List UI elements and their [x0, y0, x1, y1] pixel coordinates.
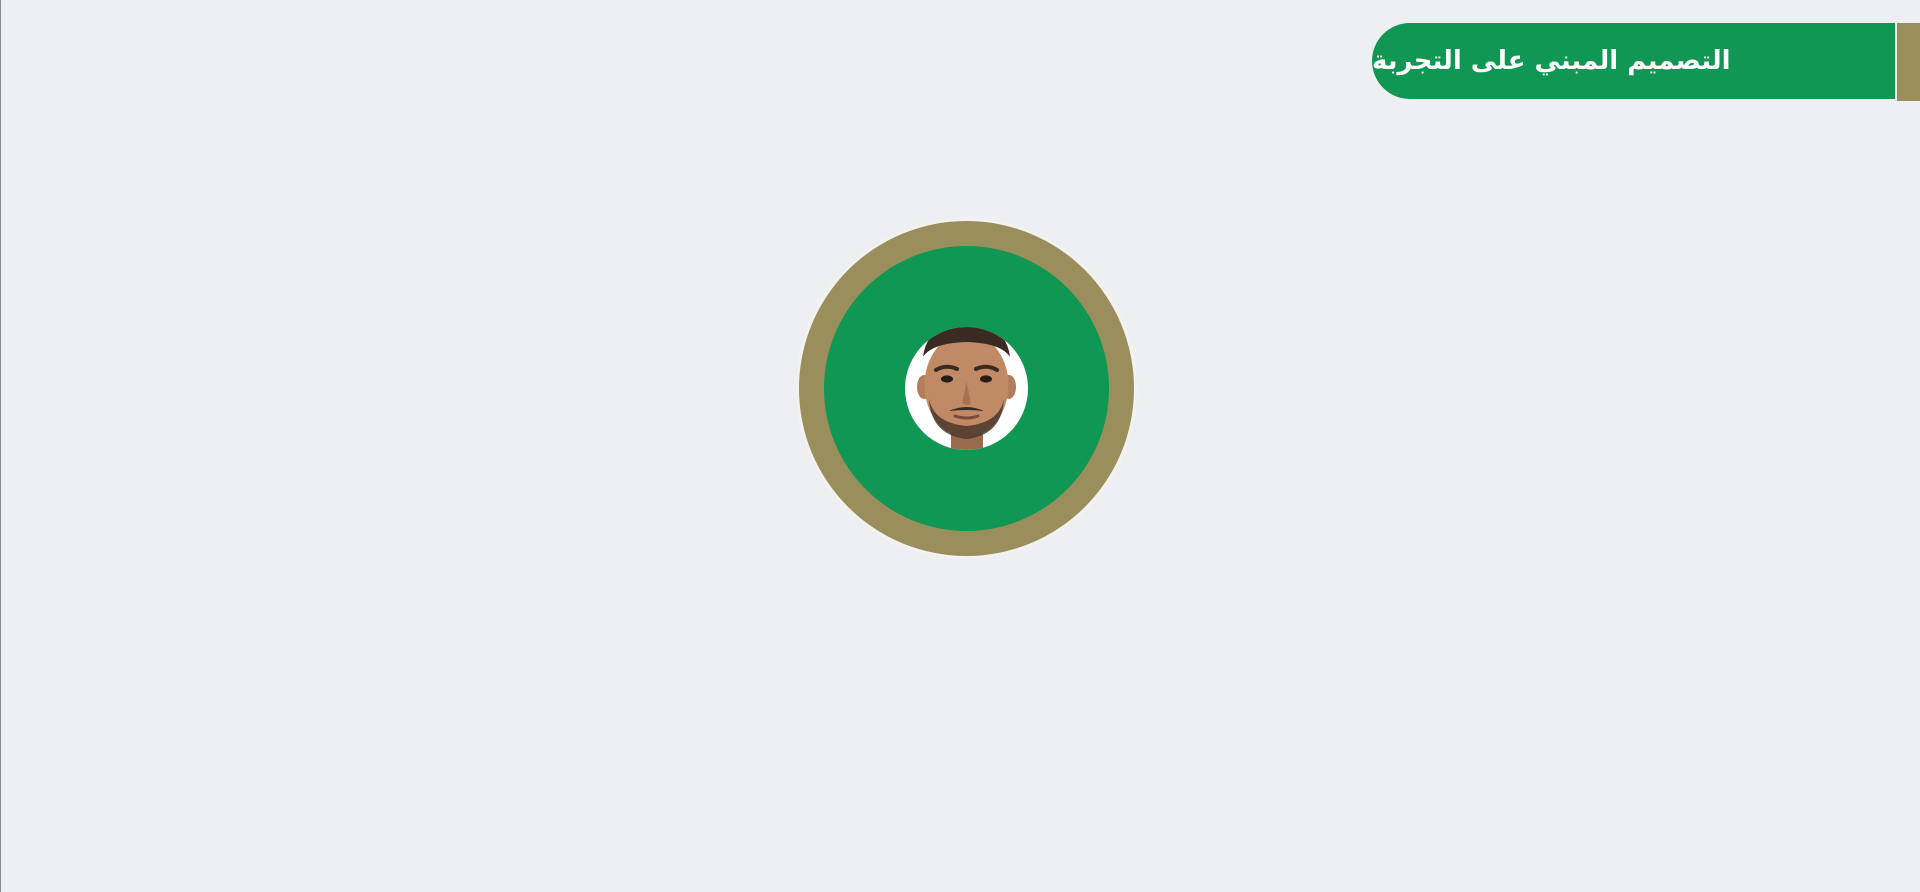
presenter-face-icon [917, 327, 1016, 450]
presenter-avatar-disc [824, 246, 1109, 531]
presenter-avatar-ring [799, 221, 1134, 556]
presenter-avatar [905, 327, 1028, 450]
window-left-edge [0, 0, 1, 892]
section-title-tab: التصميم المبني على التجربة [1372, 23, 1895, 99]
section-title: التصميم المبني على التجربة [1372, 46, 1731, 76]
title-accent-bar [1895, 23, 1920, 101]
